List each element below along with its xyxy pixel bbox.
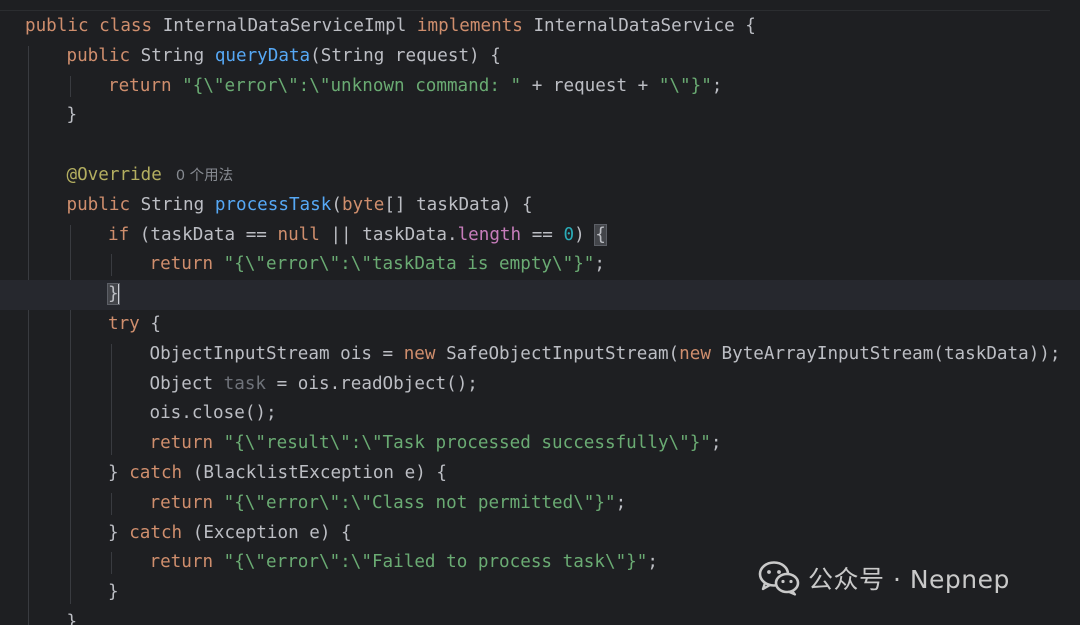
- code-line[interactable]: } catch (Exception e) {: [0, 519, 1080, 549]
- code-line[interactable]: } catch (BlacklistException e) {: [0, 459, 1080, 489]
- code-token: "{\"error\":\"unknown command: ": [182, 75, 522, 96]
- code-token: "{\"error\":\"taskData is empty\"}": [223, 254, 595, 275]
- code-token: new: [403, 343, 447, 364]
- code-token: String: [140, 194, 215, 215]
- usages-inlay-hint[interactable]: 0 个用法: [176, 168, 233, 184]
- code-token: if: [108, 224, 140, 245]
- code-line[interactable]: }: [0, 608, 1080, 625]
- code-line[interactable]: try {: [0, 310, 1080, 340]
- code-token: "\"}": [658, 75, 712, 96]
- code-token: || taskData.: [319, 224, 458, 245]
- code-token: InternalDataServiceImpl: [162, 16, 417, 36]
- code-token: Object: [149, 373, 224, 394]
- code-token: {: [150, 314, 161, 334]
- code-token: queryData: [214, 45, 311, 66]
- code-token: (: [331, 194, 342, 215]
- code-token: "{\"result\":\"Task processed successful…: [223, 433, 711, 454]
- code-token: ObjectInputStream ois =: [149, 343, 404, 364]
- code-line[interactable]: ois.close();: [0, 399, 1080, 429]
- code-token: "{\"error\":\"Failed to process task\"}": [223, 552, 648, 573]
- code-token: InternalDataService {: [533, 16, 756, 36]
- code-token: try: [108, 314, 151, 334]
- code-token: SafeObjectInputStream(: [446, 343, 680, 364]
- code-token: (BlacklistException e) {: [192, 463, 447, 483]
- code-token: ;: [594, 254, 605, 275]
- code-token: ;: [615, 492, 627, 513]
- code-token: [] taskData) {: [384, 194, 533, 215]
- code-token: return: [149, 433, 224, 454]
- code-token: byte: [341, 194, 385, 215]
- code-line[interactable]: Object task = ois.readObject();: [0, 370, 1080, 400]
- code-token: catch: [129, 463, 193, 483]
- code-token: @Override: [66, 165, 162, 185]
- code-token: null: [277, 224, 320, 245]
- code-token: return: [149, 552, 224, 573]
- code-token: {: [594, 223, 607, 246]
- code-token: processTask: [214, 194, 332, 215]
- code-token: public class: [25, 16, 163, 36]
- code-token: new: [679, 343, 722, 364]
- code-token: implements: [416, 16, 534, 36]
- code-token: public: [66, 194, 141, 215]
- code-line[interactable]: return "{\"error\":\"taskData is empty\"…: [0, 250, 1080, 280]
- code-token: return: [149, 254, 224, 275]
- watermark: 公众号 · Nepnep: [758, 560, 1010, 596]
- code-token: }: [108, 522, 130, 543]
- code-token: (Exception e) {: [192, 522, 352, 543]
- code-line[interactable]: }: [0, 101, 1080, 131]
- code-line[interactable]: if (taskData == null || taskData.length …: [0, 221, 1080, 251]
- code-token: = ois.readObject();: [266, 373, 478, 394]
- code-token: (String request) {: [310, 45, 501, 66]
- code-token: ==: [521, 224, 564, 245]
- code-token: return: [149, 492, 224, 513]
- code-token: length: [457, 224, 522, 245]
- code-line[interactable]: [0, 131, 1080, 161]
- code-line[interactable]: public class InternalDataServiceImpl imp…: [0, 12, 1080, 42]
- editor-top-divider: [0, 10, 1050, 11]
- code-token: (taskData ==: [139, 224, 278, 245]
- code-token: }: [108, 463, 130, 483]
- code-token: }: [66, 612, 78, 625]
- code-token: ): [574, 224, 596, 245]
- code-token: public: [66, 45, 141, 66]
- code-token: + request +: [521, 75, 659, 96]
- code-token: }: [108, 582, 119, 603]
- code-line[interactable]: return "{\"error\":\"Class not permitted…: [0, 489, 1080, 519]
- code-token: task: [223, 373, 267, 394]
- text-caret: [117, 283, 120, 306]
- code-token: }: [66, 105, 78, 126]
- code-line[interactable]: public String queryData(String request) …: [0, 42, 1080, 72]
- code-token: catch: [129, 522, 193, 543]
- code-token: ByteArrayInputStream(taskData));: [721, 343, 1061, 364]
- code-token: ;: [710, 433, 722, 454]
- code-line[interactable]: return "{\"result\":\"Task processed suc…: [0, 429, 1080, 459]
- code-token: 0: [563, 224, 575, 245]
- code-line[interactable]: return "{\"error\":\"unknown command: " …: [0, 72, 1080, 102]
- code-token: "{\"error\":\"Class not permitted\"}": [223, 492, 616, 513]
- code-editor[interactable]: public class InternalDataServiceImpl imp…: [0, 0, 1080, 625]
- code-line[interactable]: public String processTask(byte[] taskDat…: [0, 191, 1080, 221]
- code-token: String: [140, 45, 215, 66]
- code-line[interactable]: @Override 0 个用法: [0, 161, 1080, 191]
- watermark-text: 公众号 · Nepnep: [808, 565, 1010, 594]
- code-line[interactable]: ObjectInputStream ois = new SafeObjectIn…: [0, 340, 1080, 370]
- code-token: ;: [647, 552, 658, 573]
- code-token: ois.close();: [149, 403, 277, 424]
- code-token: ;: [711, 75, 723, 96]
- code-token: return: [108, 75, 183, 96]
- code-line[interactable]: }: [0, 280, 1080, 310]
- wechat-icon: [758, 561, 800, 596]
